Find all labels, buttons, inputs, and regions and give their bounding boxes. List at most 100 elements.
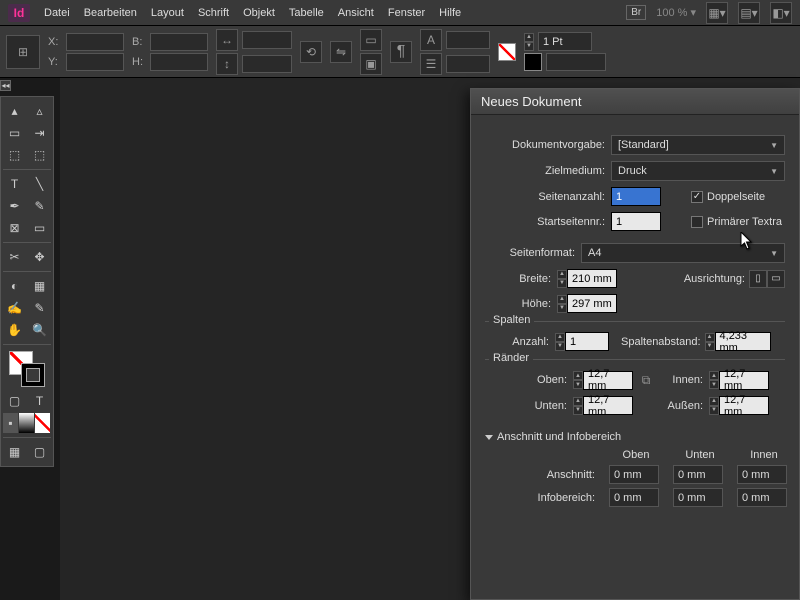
colnum-input[interactable]: 1 [565, 332, 609, 351]
slug-top-input[interactable]: 0 mm [609, 488, 659, 507]
outside-up[interactable]: ▲ [709, 397, 719, 406]
stroke-weight-input[interactable]: 1 Pt [538, 32, 592, 51]
apply-none-icon[interactable] [35, 413, 50, 433]
stroke-color[interactable] [21, 363, 45, 387]
para-style-icon[interactable]: ☰ [420, 53, 442, 75]
colnum-down[interactable]: ▼ [555, 342, 565, 351]
menu-datei[interactable]: Datei [44, 7, 70, 19]
y-input[interactable] [66, 53, 124, 71]
reference-point-icon[interactable]: ⊞ [6, 35, 40, 69]
gap-tool[interactable]: ⇥ [28, 123, 51, 143]
fill-swatch[interactable] [498, 43, 516, 61]
zoom-level[interactable]: 100 % ▾ [656, 6, 696, 19]
char-style-input[interactable] [446, 31, 490, 49]
colnum-up[interactable]: ▲ [555, 333, 565, 342]
menu-tabelle[interactable]: Tabelle [289, 7, 324, 19]
bottom-input[interactable]: 12,7 mm [583, 396, 633, 415]
menu-fenster[interactable]: Fenster [388, 7, 425, 19]
menu-objekt[interactable]: Objekt [243, 7, 275, 19]
top-up[interactable]: ▲ [573, 371, 583, 380]
rectangle-tool[interactable]: ▭ [28, 218, 51, 238]
menu-hilfe[interactable]: Hilfe [439, 7, 461, 19]
intent-select[interactable]: Druck▼ [611, 161, 785, 181]
rotate-icon[interactable]: ⟲ [300, 41, 322, 63]
stroke-style-input[interactable] [546, 53, 606, 71]
w-input[interactable] [150, 33, 208, 51]
menu-schrift[interactable]: Schrift [198, 7, 229, 19]
pencil-tool[interactable]: ✎ [28, 196, 51, 216]
content-placer-tool[interactable]: ⬚ [28, 145, 51, 165]
gradient-swatch-tool[interactable]: ◐ [3, 276, 26, 296]
screen-mode-icon[interactable]: ▦▾ [706, 2, 728, 24]
top-input[interactable]: 12,7 mm [583, 371, 633, 390]
stroke-down[interactable]: ▼ [524, 42, 534, 51]
note-tool[interactable]: ✍ [3, 298, 26, 318]
container-icon[interactable]: ▭ [360, 29, 382, 51]
top-down[interactable]: ▼ [573, 380, 583, 389]
zoom-tool[interactable]: 🔍 [28, 320, 51, 340]
scale-y-input[interactable] [242, 55, 292, 73]
menu-layout[interactable]: Layout [151, 7, 184, 19]
preset-select[interactable]: [Standard]▼ [611, 135, 785, 155]
slug-bottom-input[interactable]: 0 mm [673, 488, 723, 507]
pagesize-select[interactable]: A4▼ [581, 243, 785, 263]
paragraph-icon[interactable]: ¶ [390, 41, 412, 63]
direct-selection-tool[interactable]: ▵ [28, 101, 51, 121]
bleed-inside-input[interactable]: 0 mm [737, 465, 787, 484]
gutter-down[interactable]: ▼ [705, 342, 715, 351]
inside-input[interactable]: 12,7 mm [719, 371, 769, 390]
outside-down[interactable]: ▼ [709, 406, 719, 415]
view-options-icon[interactable]: ▤▾ [738, 2, 760, 24]
gradient-feather-tool[interactable]: ▦ [28, 276, 51, 296]
text-format-icon[interactable]: T [28, 391, 51, 411]
inside-up[interactable]: ▲ [709, 371, 719, 380]
apply-gradient-icon[interactable] [19, 413, 34, 433]
bleed-top-input[interactable]: 0 mm [609, 465, 659, 484]
flip-h-icon[interactable]: ⇋ [330, 41, 352, 63]
rectangle-frame-tool[interactable]: ⊠ [3, 218, 26, 238]
preview-view-icon[interactable]: ▢ [28, 442, 51, 462]
disclosure-triangle-icon[interactable] [485, 435, 493, 440]
pen-tool[interactable]: ✒ [3, 196, 26, 216]
page-tool[interactable]: ▭ [3, 123, 26, 143]
content-collector-tool[interactable]: ⬚ [3, 145, 26, 165]
para-style-input[interactable] [446, 55, 490, 73]
gutter-input[interactable]: 4,233 mm [715, 332, 771, 351]
startpg-input[interactable]: 1 [611, 212, 661, 231]
content-icon[interactable]: ▣ [360, 53, 382, 75]
stroke-swatch[interactable] [524, 53, 542, 71]
scissors-tool[interactable]: ✂ [3, 247, 26, 267]
bleed-bottom-input[interactable]: 0 mm [673, 465, 723, 484]
menu-ansicht[interactable]: Ansicht [338, 7, 374, 19]
selection-tool[interactable]: ▴ [3, 101, 26, 121]
inside-down[interactable]: ▼ [709, 380, 719, 389]
arrange-icon[interactable]: ◧▾ [770, 2, 792, 24]
height-input[interactable]: 297 mm [567, 294, 617, 313]
scale-y-icon[interactable]: ↕ [216, 53, 238, 75]
width-up[interactable]: ▲ [557, 270, 567, 279]
hand-tool[interactable]: ✋ [3, 320, 26, 340]
facing-checkbox[interactable]: ✓ [691, 191, 703, 203]
sidebar-collapse-icon[interactable]: ◂◂ [0, 80, 11, 91]
outside-input[interactable]: 12,7 mm [719, 396, 769, 415]
container-format-icon[interactable]: ▢ [3, 391, 26, 411]
normal-view-icon[interactable]: ▦ [3, 442, 26, 462]
width-input[interactable]: 210 mm [567, 269, 617, 288]
transform-tool[interactable]: ✥ [28, 247, 51, 267]
gutter-up[interactable]: ▲ [705, 333, 715, 342]
apply-color-icon[interactable]: ▪ [3, 413, 18, 433]
link-margins-icon[interactable]: ⧉ [639, 370, 653, 390]
pages-input[interactable]: 1 [611, 187, 661, 206]
char-style-icon[interactable]: A [420, 29, 442, 51]
orient-landscape[interactable]: ▭ [767, 270, 785, 288]
eyedropper-tool[interactable]: ✎ [28, 298, 51, 318]
h-input[interactable] [150, 53, 208, 71]
height-up[interactable]: ▲ [557, 295, 567, 304]
bridge-button[interactable]: Br [626, 5, 646, 20]
scale-x-icon[interactable]: ↔ [216, 29, 238, 51]
primary-checkbox[interactable] [691, 216, 703, 228]
slug-inside-input[interactable]: 0 mm [737, 488, 787, 507]
x-input[interactable] [66, 33, 124, 51]
stroke-up[interactable]: ▲ [524, 33, 534, 42]
bottom-down[interactable]: ▼ [573, 406, 583, 415]
